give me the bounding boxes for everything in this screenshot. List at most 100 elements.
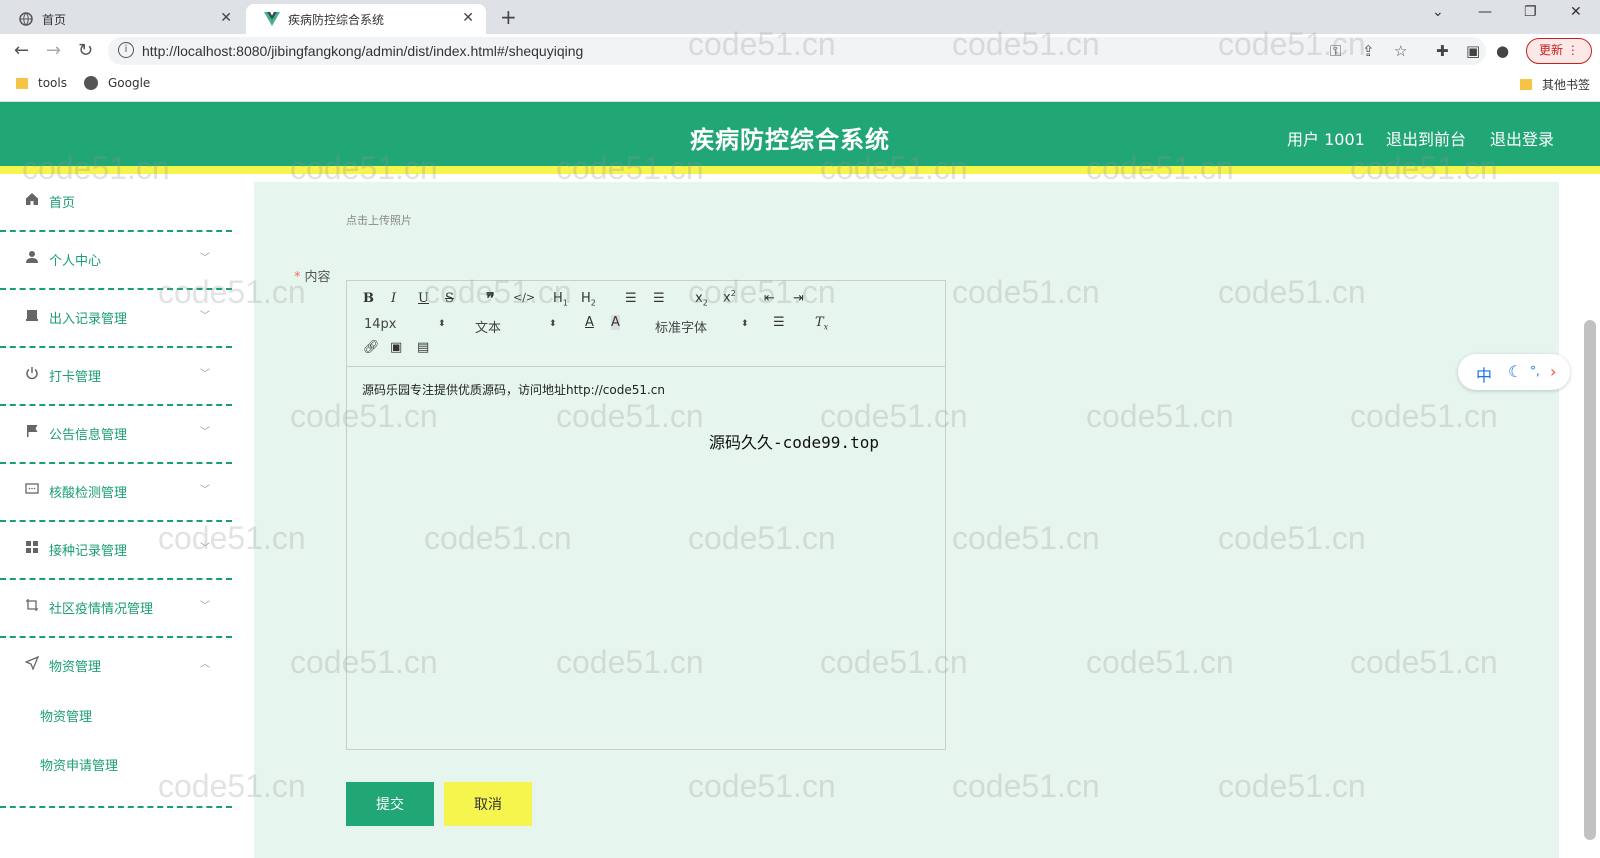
ime-toolbar[interactable]: 中 ☾ °, ›: [1458, 354, 1570, 390]
punctuation-icon[interactable]: °,: [1530, 364, 1540, 378]
close-tab-icon[interactable]: ✕: [462, 10, 474, 26]
chevron-down-icon: ﹀: [200, 253, 210, 264]
sidebar-subitem-supply-requests[interactable]: 物资申请管理: [40, 755, 118, 774]
sidebar-item-personal[interactable]: 个人中心 ﹀: [0, 232, 232, 290]
italic-icon[interactable]: I: [391, 291, 396, 306]
extensions-icon[interactable]: ✚: [1436, 42, 1449, 60]
send-icon: [24, 655, 40, 671]
font-size-select[interactable]: 14px ⬍: [364, 317, 449, 332]
block-format-select[interactable]: 文本 ⬍: [475, 317, 560, 336]
browser-tab-bar: 首页 ✕ 疾病防控综合系统 ✕ + ⌄ — ❐ ✕: [0, 0, 1600, 34]
site-info-icon[interactable]: i: [118, 42, 134, 58]
font-family-select[interactable]: 标准字体 ⬍: [655, 317, 750, 336]
bullet-list-icon[interactable]: ☰: [653, 291, 665, 306]
chevron-down-icon: ﹀: [200, 601, 210, 612]
editor-overlay-text: 源码久久-code99.top: [709, 433, 879, 452]
subscript-icon[interactable]: x2: [695, 291, 708, 308]
close-window-icon[interactable]: ✕: [1570, 4, 1582, 20]
flag-icon: [24, 423, 40, 439]
sidebar-item-checkin[interactable]: 打卡管理 ﹀: [0, 348, 232, 406]
code-block-icon[interactable]: </>: [513, 291, 535, 304]
browser-toolbar: ← → ↻ i http://localhost:8080/jibingfang…: [0, 34, 1600, 68]
forward-icon[interactable]: →: [46, 40, 61, 61]
cancel-button[interactable]: 取消: [444, 782, 532, 826]
required-mark: *: [294, 270, 301, 285]
side-panel-icon[interactable]: ▣: [1466, 42, 1480, 60]
moon-icon[interactable]: ☾: [1508, 362, 1522, 381]
tab-active[interactable]: 疾病防控综合系统 ✕: [246, 4, 486, 34]
share-icon[interactable]: ⇪: [1362, 42, 1375, 60]
blockquote-icon[interactable]: ❞: [486, 289, 495, 308]
editor-content[interactable]: 源码乐园专注提供优质源码，访问地址http://code51.cn: [362, 381, 665, 398]
close-tab-icon[interactable]: ✕: [220, 10, 232, 26]
sidebar-item-home[interactable]: 首页: [0, 174, 232, 232]
bold-icon[interactable]: B: [363, 291, 374, 306]
restore-icon[interactable]: ❐: [1524, 4, 1537, 20]
background-color-icon[interactable]: A: [611, 315, 620, 330]
sidebar-item-supplies[interactable]: 物资管理 ︿ 物资管理 物资申请管理: [0, 638, 232, 808]
link-icon[interactable]: 🔗︎: [363, 340, 380, 355]
submit-button[interactable]: 提交: [346, 782, 434, 826]
ordered-list-icon[interactable]: ☰: [625, 291, 637, 306]
rich-text-editor: B I U S ❞ </> H1 H2 ☰ ☰ x2 x2 ⇤ ⇥ 14px ⬍ …: [346, 280, 946, 750]
update-button[interactable]: 更新 ⋮: [1526, 38, 1592, 64]
chevron-down-icon: ﹀: [200, 485, 210, 496]
crop-icon: [24, 597, 40, 613]
chevron-down-icon: ﹀: [200, 311, 210, 322]
bookmarks-bar: tools Google 其他书签: [0, 68, 1600, 102]
outdent-icon[interactable]: ⇤: [764, 291, 775, 306]
superscript-icon[interactable]: x2: [723, 289, 736, 305]
upload-photo-hint[interactable]: 点击上传照片: [346, 212, 412, 228]
new-tab-button[interactable]: +: [500, 5, 517, 29]
bookmark-tools[interactable]: tools: [16, 76, 67, 90]
clear-format-icon[interactable]: Tx: [815, 315, 828, 332]
url-text: http://localhost:8080/jibingfangkong/adm…: [142, 43, 584, 59]
bookmark-google[interactable]: Google: [84, 76, 150, 90]
vue-logo-icon: [264, 11, 280, 27]
logout-link[interactable]: 退出登录: [1490, 126, 1554, 150]
tab-search-icon[interactable]: ⌄: [1432, 4, 1444, 20]
sidebar: 首页 个人中心 ﹀ 出入记录管理 ﹀ 打卡管理 ﹀ 公告信息管理 ﹀ 核酸检测管…: [0, 174, 232, 858]
chevron-down-icon: ﹀: [200, 427, 210, 438]
content-field-label: * 内容: [294, 270, 331, 285]
star-icon[interactable]: ☆: [1394, 42, 1407, 60]
user-icon: [24, 249, 40, 265]
minimize-icon[interactable]: —: [1478, 4, 1492, 20]
ime-language[interactable]: 中: [1476, 362, 1492, 386]
sidebar-item-nucleic-test[interactable]: 核酸检测管理 ﹀: [0, 464, 232, 522]
sidebar-item-community-epidemic[interactable]: 社区疫情情况管理 ﹀: [0, 580, 232, 638]
app-title: 疾病防控综合系统: [690, 126, 890, 154]
heading2-icon[interactable]: H2: [581, 291, 596, 308]
profile-icon[interactable]: ●: [1496, 42, 1509, 60]
page-scrollbar[interactable]: [1584, 320, 1596, 840]
back-to-front-link[interactable]: 退出到前台: [1386, 126, 1466, 150]
address-bar[interactable]: i http://localhost:8080/jibingfangkong/a…: [108, 37, 1486, 65]
chevron-right-icon[interactable]: ›: [1550, 362, 1556, 381]
align-icon[interactable]: ☰: [773, 315, 785, 330]
app-header: 疾病防控综合系统 用户 1001 退出到前台 退出登录: [0, 102, 1600, 174]
image-icon[interactable]: ▣: [390, 340, 402, 355]
globe-icon: [84, 76, 98, 90]
sidebar-item-notices[interactable]: 公告信息管理 ﹀: [0, 406, 232, 464]
reload-icon[interactable]: ↻: [78, 40, 93, 61]
sidebar-subitem-supplies[interactable]: 物资管理: [40, 706, 92, 725]
chevron-down-icon: ﹀: [200, 369, 210, 380]
sidebar-item-vaccination[interactable]: 接种记录管理 ﹀: [0, 522, 232, 580]
record-icon: [24, 307, 40, 323]
editor-toolbar: B I U S ❞ </> H1 H2 ☰ ☰ x2 x2 ⇤ ⇥ 14px ⬍ …: [347, 281, 945, 367]
tab-title: 首页: [42, 12, 67, 27]
folder-icon: [16, 77, 28, 89]
heading1-icon[interactable]: H1: [553, 291, 568, 308]
tab-home[interactable]: 首页 ✕: [0, 4, 244, 34]
underline-icon[interactable]: U: [418, 291, 429, 306]
video-icon[interactable]: ▤: [417, 340, 429, 355]
indent-icon[interactable]: ⇥: [793, 291, 804, 306]
tab-title: 疾病防控综合系统: [288, 12, 385, 27]
font-color-icon[interactable]: A: [585, 315, 594, 330]
bookmark-other[interactable]: 其他书签: [1520, 76, 1590, 93]
strikethrough-icon[interactable]: S: [445, 291, 454, 306]
sidebar-item-access-records[interactable]: 出入记录管理 ﹀: [0, 290, 232, 348]
key-icon[interactable]: ⚿: [1330, 42, 1341, 60]
chevron-up-icon: ︿: [200, 659, 210, 670]
back-icon[interactable]: ←: [14, 40, 29, 61]
